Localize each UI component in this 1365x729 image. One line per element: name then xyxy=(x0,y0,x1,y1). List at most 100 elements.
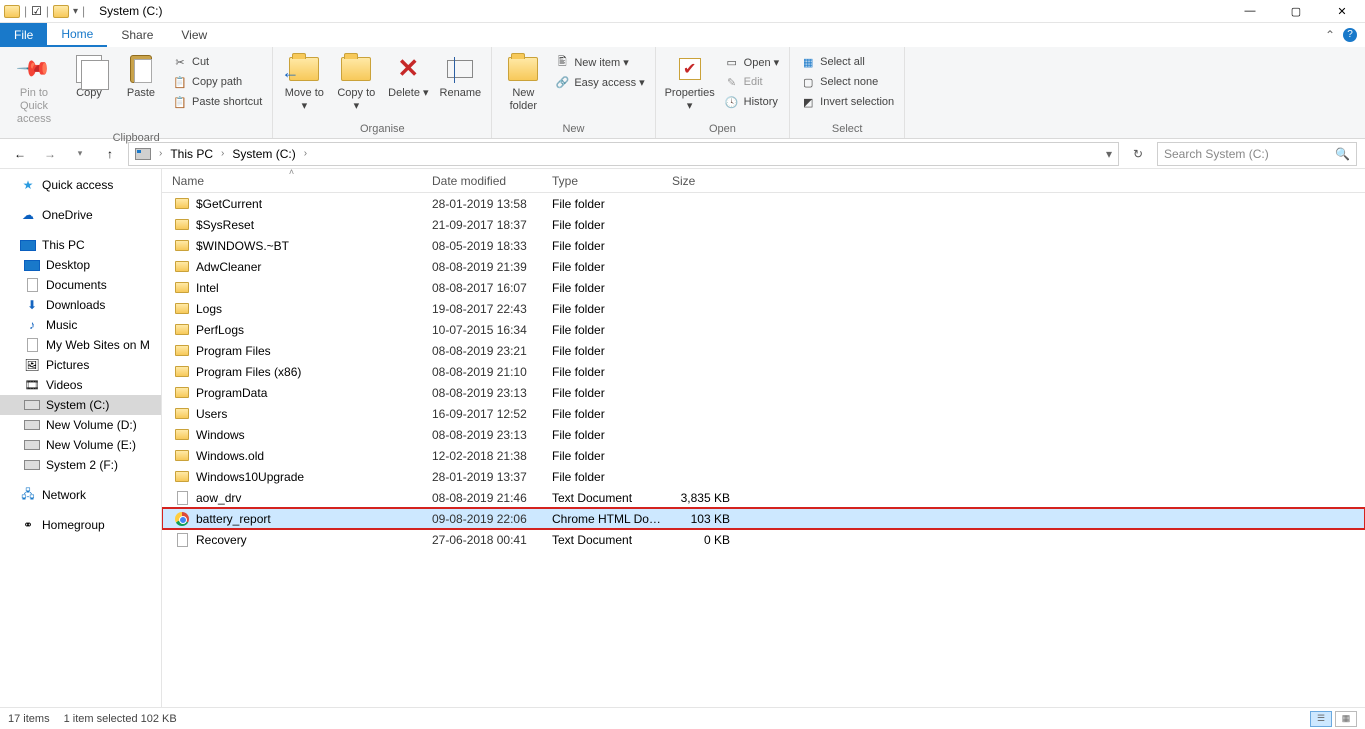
file-row[interactable]: Logs19-08-2017 22:43File folder xyxy=(162,298,1365,319)
quick-access-toolbar: | ☑ | ▾ | xyxy=(0,4,89,18)
file-row[interactable]: $SysReset21-09-2017 18:37File folder xyxy=(162,214,1365,235)
select-none-button[interactable]: ▢Select none xyxy=(796,73,898,91)
crumb-this-pc[interactable]: This PC xyxy=(166,143,217,165)
file-row[interactable]: aow_drv08-08-2019 21:46Text Document3,83… xyxy=(162,487,1365,508)
help-icon[interactable]: ? xyxy=(1343,28,1357,42)
file-row[interactable]: ProgramData08-08-2019 23:13File folder xyxy=(162,382,1365,403)
nav-pane[interactable]: ★Quick access ☁OneDrive This PC DesktopD… xyxy=(0,169,162,707)
qat-folder-icon[interactable] xyxy=(53,5,69,18)
sidebar-item[interactable]: ♪Music xyxy=(0,315,161,335)
file-date: 08-08-2019 21:39 xyxy=(422,260,542,274)
file-row[interactable]: Windows10Upgrade28-01-2019 13:37File fol… xyxy=(162,466,1365,487)
file-row[interactable]: Recovery27-06-2018 00:41Text Document0 K… xyxy=(162,529,1365,550)
up-button[interactable]: ↑ xyxy=(98,142,122,166)
close-button[interactable]: ✕ xyxy=(1319,0,1365,23)
sidebar-item[interactable]: New Volume (D:) xyxy=(0,415,161,435)
recent-dropdown[interactable]: ▾ xyxy=(68,142,92,166)
tab-view[interactable]: View xyxy=(167,23,221,47)
col-size[interactable]: Size xyxy=(662,169,742,192)
file-row[interactable]: $GetCurrent28-01-2019 13:58File folder xyxy=(162,193,1365,214)
rename-button[interactable]: Rename xyxy=(435,49,485,104)
refresh-button[interactable]: ↻ xyxy=(1125,142,1151,166)
tab-file[interactable]: File xyxy=(0,23,47,47)
file-row[interactable]: Users16-09-2017 12:52File folder xyxy=(162,403,1365,424)
file-row[interactable]: Windows.old12-02-2018 21:38File folder xyxy=(162,445,1365,466)
paste-button[interactable]: Paste xyxy=(116,49,166,104)
sidebar-item[interactable]: New Volume (E:) xyxy=(0,435,161,455)
paste-shortcut-button[interactable]: 📋Paste shortcut xyxy=(168,93,266,111)
sidebar-item[interactable]: 🖼Pictures xyxy=(0,355,161,375)
sidebar-item[interactable]: 🎞Videos xyxy=(0,375,161,395)
text-file-icon xyxy=(177,491,188,505)
sidebar-homegroup[interactable]: ⚭Homegroup xyxy=(0,515,161,535)
copy-to-button[interactable]: Copy to ▾ xyxy=(331,49,381,117)
file-row[interactable]: Intel08-08-2017 16:07File folder xyxy=(162,277,1365,298)
star-icon: ★ xyxy=(20,177,36,193)
sidebar-quick-access[interactable]: ★Quick access xyxy=(0,175,161,195)
file-name: Program Files xyxy=(196,344,271,358)
invert-selection-button[interactable]: ◩Invert selection xyxy=(796,93,898,111)
copy-button[interactable]: Copy xyxy=(64,49,114,104)
homegroup-icon: ⚭ xyxy=(20,517,36,533)
sidebar-item[interactable]: Desktop xyxy=(0,255,161,275)
minimize-button[interactable]: — xyxy=(1227,0,1273,23)
ribbon-collapse-icon[interactable]: ⌃ xyxy=(1325,28,1335,42)
file-row[interactable]: Program Files08-08-2019 23:21File folder xyxy=(162,340,1365,361)
title-bar: | ☑ | ▾ | System (C:) — ▢ ✕ xyxy=(0,0,1365,23)
file-row[interactable]: battery_report09-08-2019 22:06Chrome HTM… xyxy=(162,508,1365,529)
sidebar-item[interactable]: System (C:) xyxy=(0,395,161,415)
address-bar[interactable]: › This PC › System (C:) › ▾ xyxy=(128,142,1119,166)
tab-home[interactable]: Home xyxy=(47,23,107,47)
crumb-system-c[interactable]: System (C:) xyxy=(228,143,299,165)
properties-button[interactable]: ✔ Properties ▾ xyxy=(662,49,718,117)
file-row[interactable]: $WINDOWS.~BT08-05-2019 18:33File folder xyxy=(162,235,1365,256)
tab-share[interactable]: Share xyxy=(107,23,167,47)
pin-to-quick-access-button[interactable]: 📌 Pin to Quick access xyxy=(6,49,62,130)
open-button[interactable]: ▭Open ▾ xyxy=(720,53,784,71)
paste-icon xyxy=(130,55,152,83)
file-row[interactable]: AdwCleaner08-08-2019 21:39File folder xyxy=(162,256,1365,277)
copy-path-button[interactable]: 📋Copy path xyxy=(168,73,266,91)
select-all-button[interactable]: ▦Select all xyxy=(796,53,898,71)
easy-access-button[interactable]: 🔗Easy access ▾ xyxy=(550,73,648,91)
forward-button[interactable]: → xyxy=(38,142,62,166)
sidebar-item[interactable]: ⬇Downloads xyxy=(0,295,161,315)
file-type: File folder xyxy=(542,218,662,232)
group-label-select: Select xyxy=(796,121,898,138)
sidebar-this-pc[interactable]: This PC xyxy=(0,235,161,255)
col-date[interactable]: Date modified xyxy=(422,169,542,192)
maximize-button[interactable]: ▢ xyxy=(1273,0,1319,23)
sidebar-onedrive[interactable]: ☁OneDrive xyxy=(0,205,161,225)
file-date: 08-08-2019 23:13 xyxy=(422,428,542,442)
sidebar-item[interactable]: System 2 (F:) xyxy=(0,455,161,475)
sidebar-network[interactable]: 🖧Network xyxy=(0,485,161,505)
qat-sep3: | xyxy=(82,4,85,18)
search-input[interactable]: Search System (C:) 🔍 xyxy=(1157,142,1357,166)
delete-button[interactable]: ✕ Delete ▾ xyxy=(383,49,433,104)
crumb-sep[interactable]: › xyxy=(157,148,164,159)
new-folder-button[interactable]: New folder xyxy=(498,49,548,117)
col-type[interactable]: Type xyxy=(542,169,662,192)
qat-dropdown-icon[interactable]: ▾ xyxy=(73,6,78,17)
file-date: 28-01-2019 13:58 xyxy=(422,197,542,211)
crumb-sep[interactable]: › xyxy=(302,148,309,159)
view-large-icons-button[interactable]: ▦ xyxy=(1335,711,1357,727)
sidebar-item[interactable]: Documents xyxy=(0,275,161,295)
view-details-button[interactable]: ☰ xyxy=(1310,711,1332,727)
new-item-button[interactable]: 🖺New item ▾ xyxy=(550,53,648,71)
file-row[interactable]: Program Files (x86)08-08-2019 21:10File … xyxy=(162,361,1365,382)
file-row[interactable]: Windows08-08-2019 23:13File folder xyxy=(162,424,1365,445)
file-row[interactable]: PerfLogs10-07-2015 16:34File folder xyxy=(162,319,1365,340)
edit-button[interactable]: ✎Edit xyxy=(720,73,784,91)
move-to-button[interactable]: ← Move to ▾ xyxy=(279,49,329,117)
file-list[interactable]: $GetCurrent28-01-2019 13:58File folder$S… xyxy=(162,193,1365,707)
cut-button[interactable]: ✂Cut xyxy=(168,53,266,71)
back-button[interactable]: ← xyxy=(8,142,32,166)
col-name[interactable]: Name˄ xyxy=(162,169,422,192)
crumb-sep[interactable]: › xyxy=(219,148,226,159)
history-button[interactable]: 🕓History xyxy=(720,93,784,111)
qat-checkbox-icon[interactable]: ☑ xyxy=(31,4,42,18)
file-date: 08-08-2019 21:46 xyxy=(422,491,542,505)
address-dropdown-icon[interactable]: ▾ xyxy=(1102,147,1116,161)
sidebar-item[interactable]: My Web Sites on M xyxy=(0,335,161,355)
